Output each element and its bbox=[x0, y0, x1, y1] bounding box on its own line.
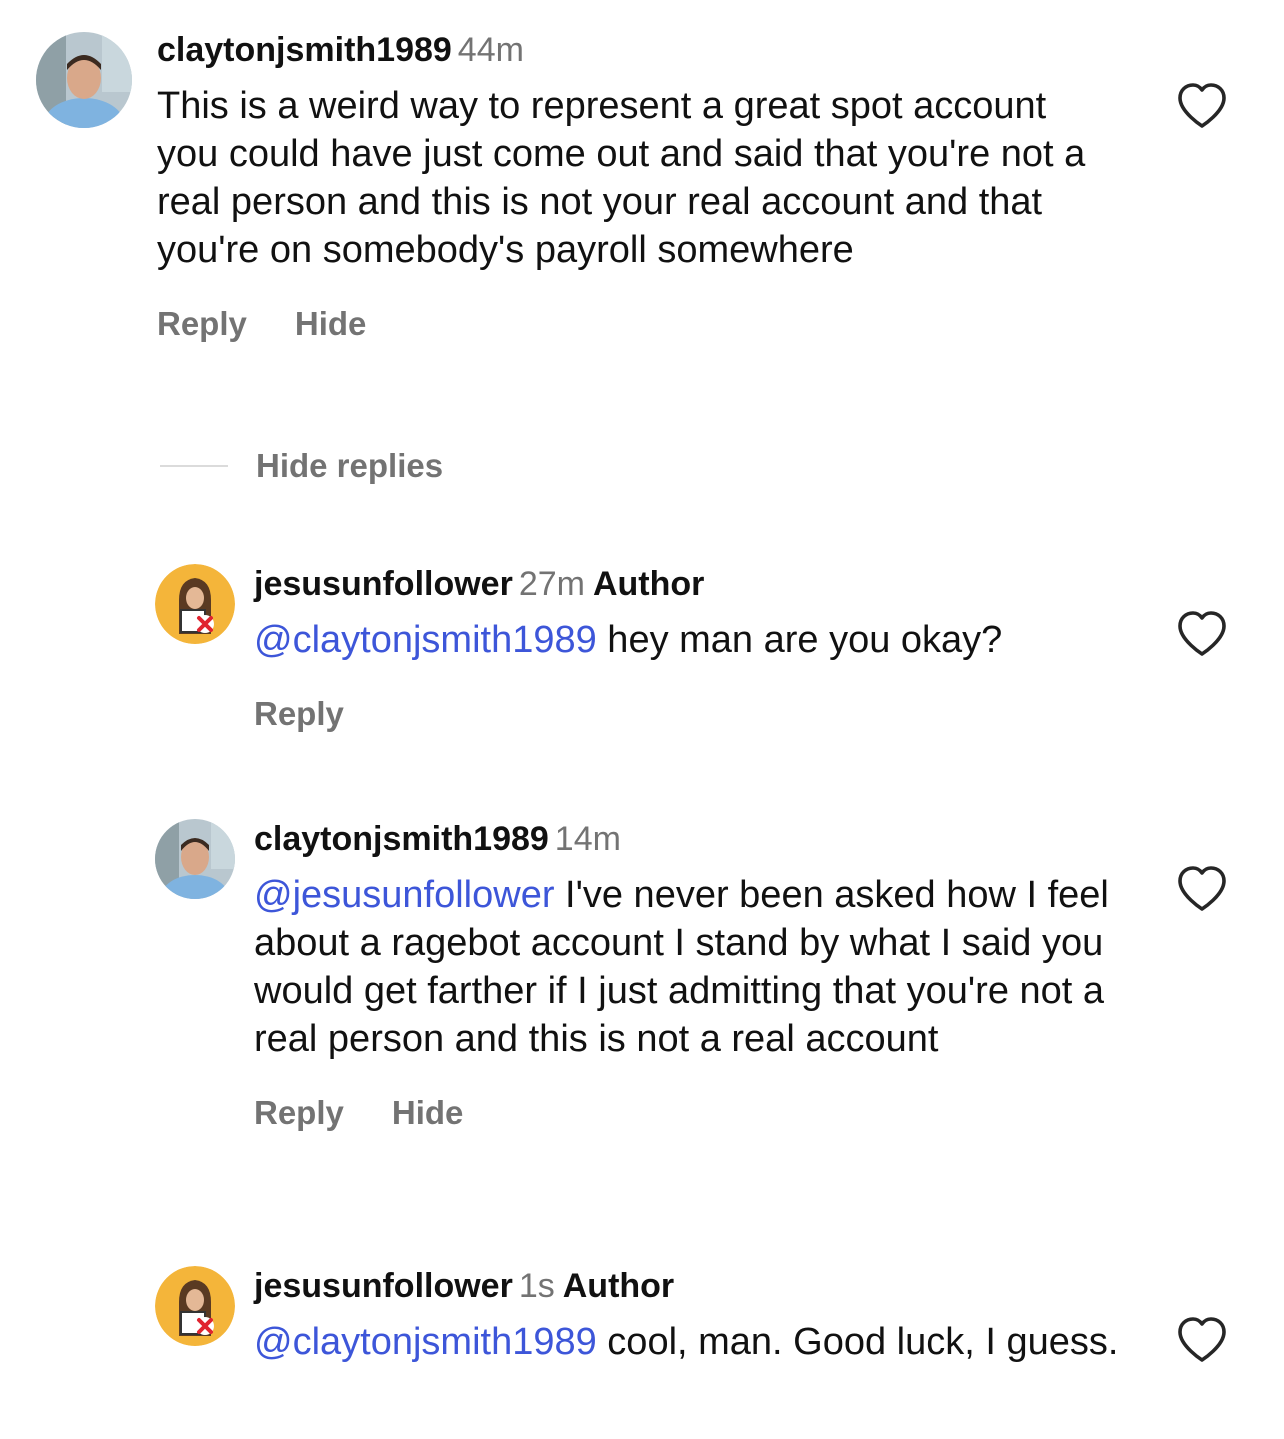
jesus-unfollow-avatar-icon bbox=[155, 564, 235, 644]
like-button[interactable] bbox=[1176, 610, 1228, 658]
like-button[interactable] bbox=[1176, 82, 1228, 130]
comment-text: @claytonjsmith1989 hey man are you okay? bbox=[254, 616, 1154, 664]
comment-timestamp: 14m bbox=[554, 820, 621, 858]
comment-username[interactable]: jesusunfollower bbox=[254, 1267, 513, 1305]
like-button[interactable] bbox=[1176, 1316, 1228, 1364]
user-avatar[interactable] bbox=[36, 32, 132, 128]
heart-outline-icon bbox=[1178, 83, 1226, 128]
heart-outline-icon bbox=[1178, 866, 1226, 911]
user-avatar[interactable] bbox=[155, 564, 235, 644]
mention-link[interactable]: @claytonjsmith1989 bbox=[254, 1321, 597, 1363]
comment-username[interactable]: claytonjsmith1989 bbox=[254, 820, 549, 858]
author-badge: Author bbox=[562, 1267, 675, 1305]
comment-timestamp: 1s bbox=[518, 1267, 555, 1305]
user-photo-avatar-icon bbox=[155, 819, 235, 899]
user-photo-avatar-icon bbox=[36, 32, 132, 128]
comment-timestamp: 44m bbox=[457, 31, 524, 69]
comment-username[interactable]: claytonjsmith1989 bbox=[157, 31, 452, 69]
user-avatar[interactable] bbox=[155, 1266, 235, 1346]
comment-username[interactable]: jesusunfollower bbox=[254, 565, 513, 603]
hide-button[interactable]: Hide bbox=[392, 1093, 464, 1133]
comment-text-body: This is a weird way to represent a great… bbox=[157, 85, 1086, 271]
comment-timestamp: 27m bbox=[518, 565, 585, 603]
hide-replies-toggle[interactable]: Hide replies bbox=[160, 444, 443, 488]
comment-text: @claytonjsmith1989 cool, man. Good luck,… bbox=[254, 1318, 1134, 1366]
comment-text: @jesusunfollower I've never been asked h… bbox=[254, 871, 1134, 1063]
reply-button[interactable]: Reply bbox=[254, 1093, 344, 1133]
hide-replies-label[interactable]: Hide replies bbox=[256, 447, 443, 485]
reply-button[interactable]: Reply bbox=[157, 304, 247, 344]
mention-link[interactable]: @jesusunfollower bbox=[254, 874, 555, 916]
divider-line bbox=[160, 465, 228, 467]
hide-button[interactable]: Hide bbox=[295, 304, 367, 344]
user-avatar[interactable] bbox=[155, 819, 235, 899]
reply-button[interactable]: Reply bbox=[254, 694, 344, 734]
author-badge: Author bbox=[592, 565, 705, 603]
heart-outline-icon bbox=[1178, 611, 1226, 656]
like-button[interactable] bbox=[1176, 865, 1228, 913]
comment-text: This is a weird way to represent a great… bbox=[157, 82, 1117, 274]
jesus-unfollow-avatar-icon bbox=[155, 1266, 235, 1346]
comment-text-body: cool, man. Good luck, I guess. bbox=[596, 1321, 1119, 1363]
mention-link[interactable]: @claytonjsmith1989 bbox=[254, 619, 597, 661]
heart-outline-icon bbox=[1178, 1317, 1226, 1362]
comment-text-body: hey man are you okay? bbox=[596, 619, 1003, 661]
